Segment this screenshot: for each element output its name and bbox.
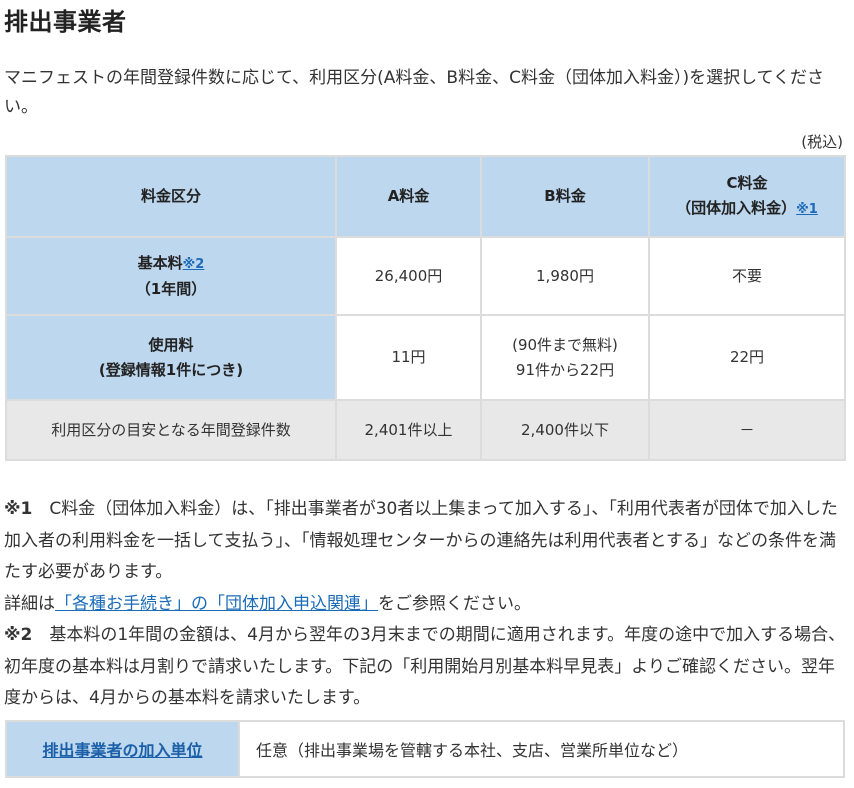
basic-fee-label: 基本料※2 （1年間） [5, 236, 337, 316]
usage-fee-b-line2: 91件から22円 [515, 360, 615, 379]
enrollment-unit-row: 排出事業者の加入単位 任意（排出事業場を管轄する本社、支店、営業所単位など） [5, 720, 845, 778]
usage-fee-label: 使用料 (登録情報1件につき) [5, 314, 337, 401]
footnote-2-text: 基本料の1年間の金額は、4月から翌年の3月末までの期間に適用されます。年度の途中… [4, 625, 846, 708]
detail-line: 詳細は「各種お手続き」の「団体加入申込関連」をご参照ください。 [4, 589, 850, 621]
footnote-2-mark: ※2 [4, 625, 33, 645]
usage-fee-c: 22円 [648, 314, 846, 401]
enrollment-unit-link[interactable]: 排出事業者の加入単位 [42, 741, 202, 760]
usage-fee-label-line1: 使用料 [148, 335, 194, 354]
guide-a: 2,401件以上 [335, 399, 482, 461]
group-application-link[interactable]: 「各種お手続き」の「団体加入申込関連」 [55, 594, 378, 614]
basic-fee-c: 不要 [648, 236, 846, 316]
fee-table: 料金区分 A料金 B料金 C料金 （団体加入料金）※1 基本料※2 （1年間） … [5, 155, 846, 461]
usage-fee-b: (90件まで無料) 91件から22円 [480, 314, 650, 401]
header-a: A料金 [335, 155, 482, 238]
footnote-1: ※1 C料金（団体加入料金）は、「排出事業者が30者以上集まって加入する」、「利… [4, 494, 850, 589]
footnote-1-text: C料金（団体加入料金）は、「排出事業者が30者以上集まって加入する」、「利用代表… [4, 499, 838, 582]
basic-fee-row: 基本料※2 （1年間） 26,400円 1,980円 不要 [5, 236, 846, 316]
enrollment-unit-value: 任意（排出事業場を管轄する本社、支店、営業所単位など） [238, 720, 845, 778]
detail-suffix: をご参照ください。 [378, 593, 531, 614]
guide-row: 利用区分の目安となる年間登録件数 2,401件以上 2,400件以下 － [5, 399, 846, 461]
header-category: 料金区分 [5, 155, 337, 238]
basic-fee-label-line1: 基本料 [137, 253, 183, 272]
footnotes: ※1 C料金（団体加入料金）は、「排出事業者が30者以上集まって加入する」、「利… [4, 494, 850, 715]
basic-fee-b: 1,980円 [480, 236, 650, 316]
guide-label: 利用区分の目安となる年間登録件数 [5, 399, 337, 461]
header-c: C料金 （団体加入料金）※1 [648, 155, 846, 238]
usage-fee-row: 使用料 (登録情報1件につき) 11円 (90件まで無料) 91件から22円 2… [5, 314, 846, 401]
footnote-2: ※2 基本料の1年間の金額は、4月から翌年の3月末までの期間に適用されます。年度… [4, 620, 850, 715]
footnote-1-mark: ※1 [4, 499, 33, 519]
usage-fee-a: 11円 [335, 314, 482, 401]
note-2-link[interactable]: ※2 [183, 257, 205, 272]
guide-c: － [648, 399, 846, 461]
basic-fee-a: 26,400円 [335, 236, 482, 316]
header-b: B料金 [480, 155, 650, 238]
intro-text: マニフェストの年間登録件数に応じて、利用区分(A料金、B料金、C料金（団体加入料… [4, 68, 825, 117]
page-title: 排出事業者 [4, 8, 127, 36]
fee-table-header-row: 料金区分 A料金 B料金 C料金 （団体加入料金）※1 [5, 155, 846, 238]
header-c-line2: （団体加入料金） [676, 199, 797, 217]
enrollment-unit-table: 排出事業者の加入単位 任意（排出事業場を管轄する本社、支店、営業所単位など） [5, 720, 845, 778]
header-c-line1: C料金 [726, 174, 768, 192]
enrollment-unit-label: 排出事業者の加入単位 [5, 720, 240, 778]
basic-fee-label-line2: （1年間） [135, 279, 207, 298]
note-1-link[interactable]: ※1 [796, 202, 818, 217]
guide-b: 2,400件以下 [480, 399, 650, 461]
detail-prefix: 詳細は [4, 593, 55, 614]
tax-note: (税込) [801, 133, 843, 151]
usage-fee-b-line1: (90件まで無料) [512, 335, 618, 354]
usage-fee-label-line2: (登録情報1件につき) [98, 360, 244, 379]
